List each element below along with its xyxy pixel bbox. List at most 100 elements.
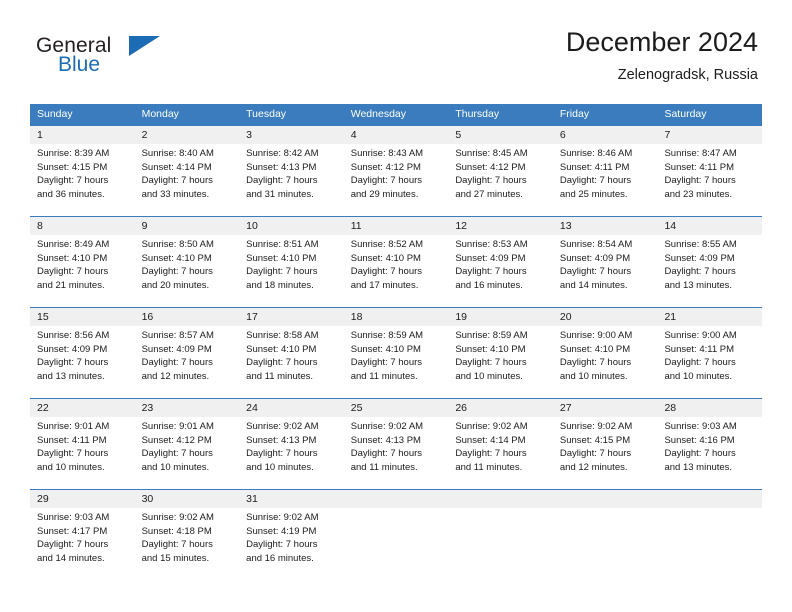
- daylight-text-line2: and 13 minutes.: [664, 461, 733, 473]
- week-row: 29 Sunrise: 9:03 AM Sunset: 4:17 PM Dayl…: [30, 489, 762, 580]
- day-number: 18: [350, 311, 363, 323]
- day-number: 12: [455, 220, 467, 232]
- day-cell[interactable]: 30 Sunrise: 9:02 AM Sunset: 4:18 PM Dayl…: [135, 490, 240, 580]
- day-info: Sunrise: 8:59 AM Sunset: 4:10 PM Dayligh…: [351, 326, 449, 383]
- day-info: Sunrise: 8:56 AM Sunset: 4:09 PM Dayligh…: [37, 326, 135, 383]
- day-cell[interactable]: 29 Sunrise: 9:03 AM Sunset: 4:17 PM Dayl…: [30, 490, 135, 580]
- day-cell[interactable]: 10 Sunrise: 8:51 AM Sunset: 4:10 PM Dayl…: [239, 217, 344, 307]
- daylight-text-line2: and 11 minutes.: [350, 461, 418, 473]
- sunset-text: Sunset: 4:09 PM: [141, 343, 212, 355]
- day-number: 29: [37, 493, 49, 505]
- day-number: 24: [246, 402, 258, 414]
- day-cell[interactable]: 11 Sunrise: 8:52 AM Sunset: 4:10 PM Dayl…: [344, 217, 449, 307]
- day-cell[interactable]: 5 Sunrise: 8:45 AM Sunset: 4:12 PM Dayli…: [448, 126, 553, 216]
- weekday-header-saturday: Saturday: [664, 108, 707, 120]
- brand-logo[interactable]: General Blue: [36, 34, 256, 84]
- daylight-text-line1: Daylight: 7 hours: [141, 539, 213, 551]
- daylight-text-line1: Daylight: 7 hours: [37, 175, 109, 187]
- day-cell[interactable]: 9 Sunrise: 8:50 AM Sunset: 4:10 PM Dayli…: [135, 217, 240, 307]
- day-info: Sunrise: 8:45 AM Sunset: 4:12 PM Dayligh…: [455, 144, 553, 201]
- daylight-text-line2: and 15 minutes.: [141, 552, 210, 564]
- daylight-text-line2: and 10 minutes.: [37, 461, 105, 473]
- day-number: 2: [141, 129, 148, 141]
- day-cell[interactable]: 1 Sunrise: 8:39 AM Sunset: 4:15 PM Dayli…: [30, 126, 135, 216]
- day-cell[interactable]: 14 Sunrise: 8:55 AM Sunset: 4:09 PM Dayl…: [657, 217, 762, 307]
- day-cell[interactable]: 31 Sunrise: 9:02 AM Sunset: 4:19 PM Dayl…: [239, 490, 344, 580]
- sunrise-text: Sunrise: 8:39 AM: [37, 148, 110, 159]
- day-cell[interactable]: 15 Sunrise: 8:56 AM Sunset: 4:09 PM Dayl…: [30, 308, 135, 398]
- sunrise-text: Sunrise: 9:02 AM: [350, 421, 424, 432]
- day-cell[interactable]: 19 Sunrise: 8:59 AM Sunset: 4:10 PM Dayl…: [448, 308, 553, 398]
- day-info: Sunrise: 8:53 AM Sunset: 4:09 PM Dayligh…: [455, 235, 553, 292]
- sunrise-text: Sunrise: 8:52 AM: [350, 239, 424, 250]
- daylight-text-line2: and 11 minutes.: [246, 370, 314, 382]
- day-cell[interactable]: 12 Sunrise: 8:53 AM Sunset: 4:09 PM Dayl…: [448, 217, 553, 307]
- sunrise-text: Sunrise: 8:45 AM: [455, 148, 528, 159]
- day-info: Sunrise: 9:03 AM Sunset: 4:17 PM Dayligh…: [37, 508, 135, 565]
- day-cell[interactable]: 3 Sunrise: 8:42 AM Sunset: 4:13 PM Dayli…: [239, 126, 344, 216]
- week-row: 8 Sunrise: 8:49 AM Sunset: 4:10 PM Dayli…: [30, 216, 762, 307]
- day-info: Sunrise: 8:55 AM Sunset: 4:09 PM Dayligh…: [664, 235, 762, 292]
- day-number: 25: [350, 402, 363, 414]
- day-cell[interactable]: 8 Sunrise: 8:49 AM Sunset: 4:10 PM Dayli…: [30, 217, 135, 307]
- day-info: Sunrise: 8:54 AM Sunset: 4:09 PM Dayligh…: [560, 235, 658, 292]
- sunrise-text: Sunrise: 8:43 AM: [350, 148, 424, 159]
- calendar-page: General Blue December 2024 Zelenogradsk,…: [0, 0, 792, 612]
- daylight-text-line1: Daylight: 7 hours: [559, 448, 632, 460]
- day-number: 27: [559, 402, 572, 414]
- weekday-header-tuesday: Tuesday: [246, 108, 287, 120]
- day-cell[interactable]: 17 Sunrise: 8:58 AM Sunset: 4:10 PM Dayl…: [239, 308, 344, 398]
- day-info: Sunrise: 8:47 AM Sunset: 4:11 PM Dayligh…: [664, 144, 762, 201]
- calendar-table: Sunday Monday Tuesday Wednesday Thursday…: [30, 104, 762, 580]
- sunset-text: Sunset: 4:11 PM: [664, 161, 734, 173]
- day-info: Sunrise: 9:03 AM Sunset: 4:16 PM Dayligh…: [664, 417, 762, 474]
- day-cell[interactable]: 22 Sunrise: 9:01 AM Sunset: 4:11 PM Dayl…: [30, 399, 135, 489]
- daylight-text-line1: Daylight: 7 hours: [246, 175, 318, 187]
- day-number: 28: [664, 402, 677, 414]
- daylight-text-line1: Daylight: 7 hours: [37, 539, 109, 551]
- day-cell[interactable]: 26 Sunrise: 9:02 AM Sunset: 4:14 PM Dayl…: [448, 399, 553, 489]
- day-cell[interactable]: 20 Sunrise: 9:00 AM Sunset: 4:10 PM Dayl…: [553, 308, 658, 398]
- day-number: 6: [559, 129, 566, 141]
- day-number: 13: [559, 220, 572, 232]
- day-cell[interactable]: 2 Sunrise: 8:40 AM Sunset: 4:14 PM Dayli…: [135, 126, 240, 216]
- sunrise-text: Sunrise: 8:59 AM: [350, 330, 424, 341]
- day-cell-empty: [344, 490, 449, 580]
- day-number: 3: [246, 129, 252, 141]
- sunset-text: Sunset: 4:14 PM: [141, 161, 212, 173]
- day-number: 30: [141, 493, 154, 505]
- day-cell[interactable]: 16 Sunrise: 8:57 AM Sunset: 4:09 PM Dayl…: [135, 308, 240, 398]
- sunset-text: Sunset: 4:19 PM: [246, 525, 317, 537]
- daylight-text-line1: Daylight: 7 hours: [37, 266, 109, 278]
- day-number: 14: [664, 220, 677, 232]
- day-cell[interactable]: 28 Sunrise: 9:03 AM Sunset: 4:16 PM Dayl…: [657, 399, 762, 489]
- day-cell[interactable]: 24 Sunrise: 9:02 AM Sunset: 4:13 PM Dayl…: [239, 399, 344, 489]
- day-cell[interactable]: 25 Sunrise: 9:02 AM Sunset: 4:13 PM Dayl…: [344, 399, 449, 489]
- daylight-text-line1: Daylight: 7 hours: [559, 266, 632, 278]
- day-info: Sunrise: 8:42 AM Sunset: 4:13 PM Dayligh…: [246, 144, 344, 201]
- day-cell[interactable]: 7 Sunrise: 8:47 AM Sunset: 4:11 PM Dayli…: [657, 126, 762, 216]
- day-cell[interactable]: 18 Sunrise: 8:59 AM Sunset: 4:10 PM Dayl…: [344, 308, 449, 398]
- sunrise-text: Sunrise: 9:02 AM: [455, 421, 528, 432]
- daylight-text-line2: and 23 minutes.: [664, 188, 733, 200]
- daylight-text-line2: and 21 minutes.: [37, 279, 105, 291]
- day-cell[interactable]: 23 Sunrise: 9:01 AM Sunset: 4:12 PM Dayl…: [135, 399, 240, 489]
- day-info: Sunrise: 8:52 AM Sunset: 4:10 PM Dayligh…: [351, 235, 449, 292]
- weekday-header-friday: Friday: [559, 108, 590, 120]
- weekday-header-thursday: Thursday: [455, 108, 500, 120]
- day-info: Sunrise: 9:02 AM Sunset: 4:19 PM Dayligh…: [246, 508, 344, 565]
- day-cell[interactable]: 27 Sunrise: 9:02 AM Sunset: 4:15 PM Dayl…: [553, 399, 658, 489]
- daylight-text-line2: and 10 minutes.: [664, 370, 733, 382]
- day-cell[interactable]: 6 Sunrise: 8:46 AM Sunset: 4:11 PM Dayli…: [553, 126, 658, 216]
- day-cell-empty: [448, 490, 553, 580]
- sunset-text: Sunset: 4:10 PM: [246, 252, 317, 264]
- day-cell[interactable]: 4 Sunrise: 8:43 AM Sunset: 4:12 PM Dayli…: [344, 126, 449, 216]
- day-number: 23: [141, 402, 154, 414]
- day-info: Sunrise: 9:02 AM Sunset: 4:18 PM Dayligh…: [142, 508, 240, 565]
- daylight-text-line1: Daylight: 7 hours: [455, 357, 527, 369]
- daylight-text-line1: Daylight: 7 hours: [664, 448, 736, 460]
- daylight-text-line2: and 16 minutes.: [246, 552, 314, 564]
- daylight-text-line1: Daylight: 7 hours: [37, 448, 109, 460]
- day-cell[interactable]: 21 Sunrise: 9:00 AM Sunset: 4:11 PM Dayl…: [657, 308, 762, 398]
- day-cell[interactable]: 13 Sunrise: 8:54 AM Sunset: 4:09 PM Dayl…: [553, 217, 658, 307]
